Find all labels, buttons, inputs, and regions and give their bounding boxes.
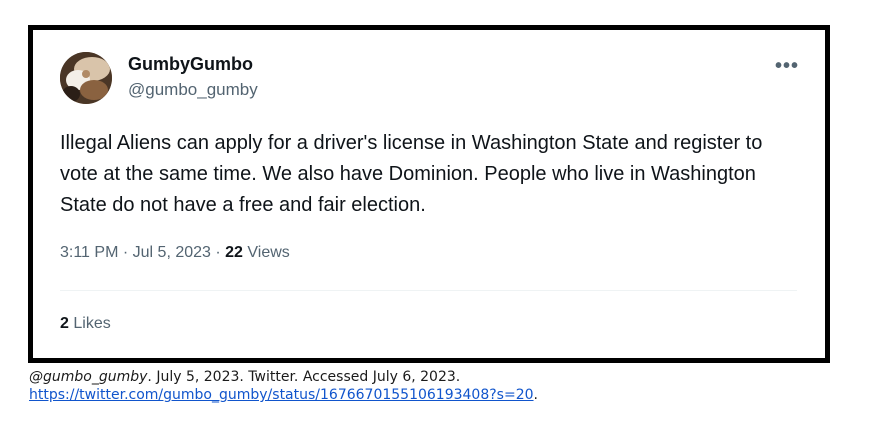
divider [60, 290, 797, 291]
citation-line-1: @gumbo_gumby. July 5, 2023. Twitter. Acc… [29, 368, 538, 386]
citation-line-2: https://twitter.com/gumbo_gumby/status/1… [29, 386, 538, 404]
avatar-image [60, 52, 112, 104]
tweet-time[interactable]: 3:11 PM [60, 244, 118, 261]
tweet-metadata: 3:11 PM · Jul 5, 2023 · 22 Views [60, 244, 290, 262]
more-horizontal-icon[interactable]: ••• [775, 56, 799, 76]
user-handle[interactable]: @gumbo_gumby [128, 80, 258, 100]
citation: @gumbo_gumby. July 5, 2023. Twitter. Acc… [29, 368, 538, 404]
likes-count: 2 [60, 315, 69, 332]
likes-label: Likes [73, 315, 111, 332]
tweet-text: Illegal Aliens can apply for a driver's … [60, 132, 763, 216]
tweet-date[interactable]: Jul 5, 2023 [133, 244, 211, 261]
meta-separator: · [122, 244, 129, 261]
citation-trailing: . [533, 387, 538, 403]
citation-details: . July 5, 2023. Twitter. Accessed July 6… [147, 369, 461, 385]
views-count: 22 [225, 244, 243, 261]
display-name[interactable]: GumbyGumbo [128, 54, 253, 75]
citation-handle: @gumbo_gumby [29, 369, 148, 385]
views-label: Views [247, 244, 290, 261]
citation-link[interactable]: https://twitter.com/gumbo_gumby/status/1… [29, 387, 534, 403]
meta-separator: · [215, 244, 221, 261]
avatar[interactable] [60, 52, 112, 104]
likes-link[interactable]: 2 Likes [60, 315, 111, 333]
tweet-card: GumbyGumbo @gumbo_gumby ••• Illegal Alie… [28, 25, 830, 363]
